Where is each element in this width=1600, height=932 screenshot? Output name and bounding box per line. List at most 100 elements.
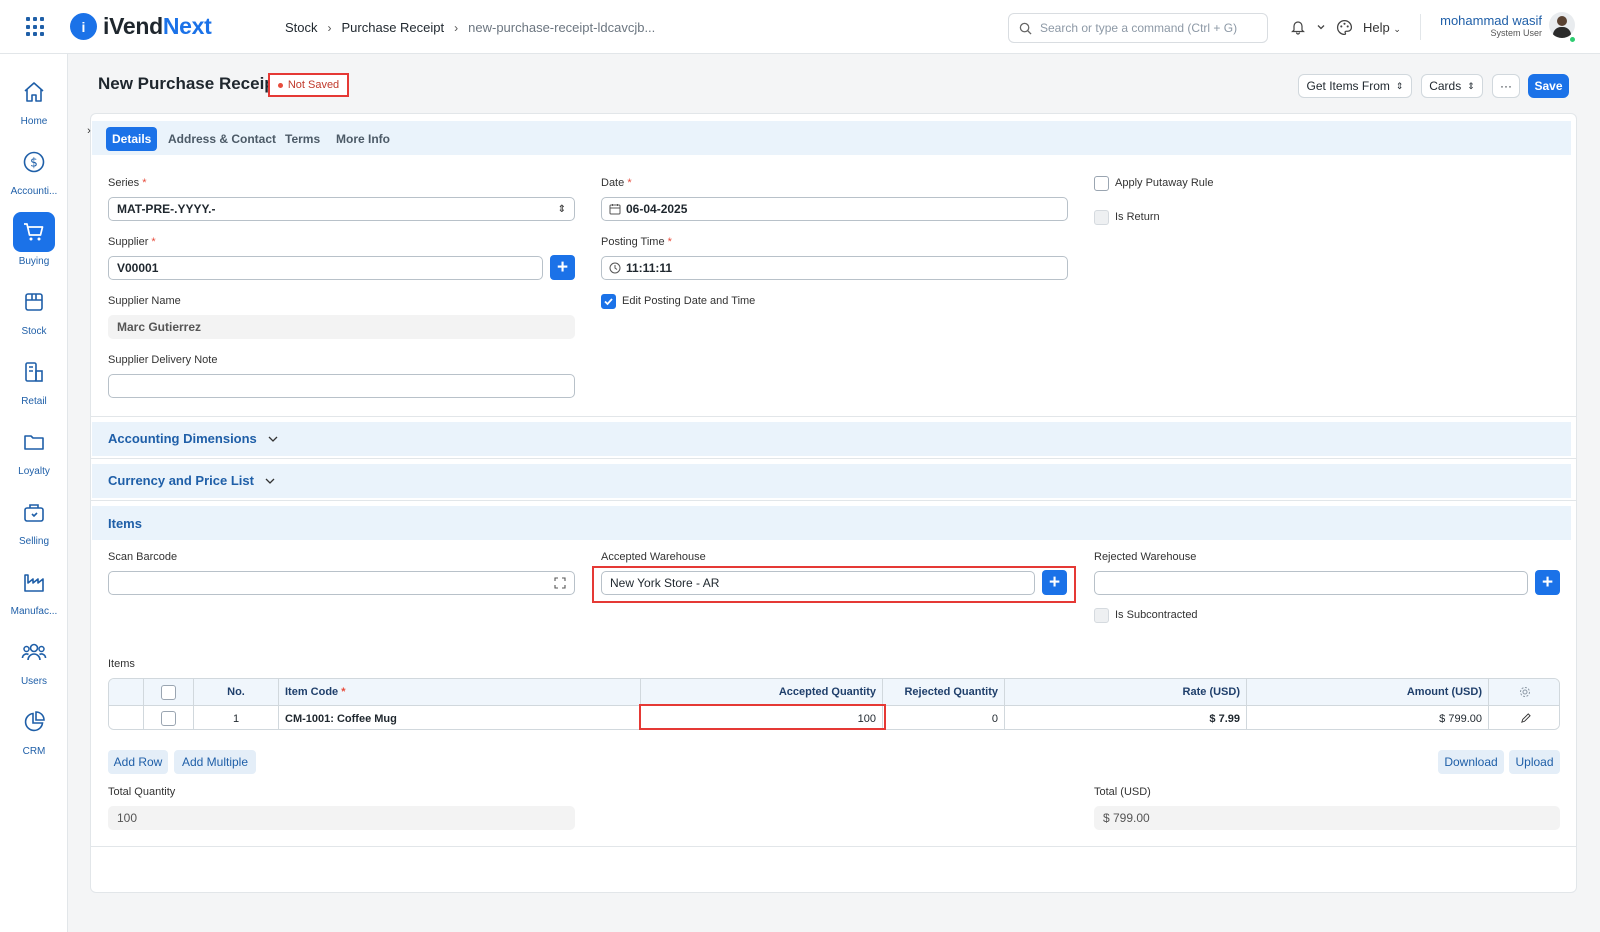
edit-posting-checkbox[interactable]	[601, 294, 616, 309]
scan-icon[interactable]	[554, 577, 566, 589]
items-section-title: Items	[108, 516, 142, 531]
col-amount: Amount (USD)	[1247, 679, 1489, 705]
supplier-name-field: Marc Gutierrez	[108, 315, 575, 339]
sidebar-item-loyalty[interactable]: Loyalty	[0, 422, 68, 484]
tab-terms[interactable]: Terms	[279, 127, 326, 151]
currency-price-list-section[interactable]	[92, 464, 1571, 498]
accounting-dimensions-title[interactable]: Accounting Dimensions	[108, 431, 279, 446]
row-edit-cell	[1489, 706, 1559, 729]
row-rejected-quantity[interactable]: 0	[883, 706, 1005, 729]
top-navbar: i iVendNext Stock › Purchase Receipt › n…	[0, 0, 1600, 54]
breadcrumb-purchase-receipt[interactable]: Purchase Receipt	[342, 20, 445, 35]
chevron-down-icon	[268, 436, 278, 442]
upload-button[interactable]: Upload	[1509, 750, 1560, 774]
total-quantity-field: 100	[108, 806, 575, 830]
supplier-field[interactable]: V00001	[108, 256, 543, 280]
rejected-warehouse-label: Rejected Warehouse	[1094, 551, 1197, 563]
sidebar-item-buying[interactable]: Buying	[0, 212, 68, 274]
accepted-warehouse-label: Accepted Warehouse	[601, 551, 706, 563]
more-options-button[interactable]: ···	[1492, 74, 1520, 98]
sidebar-item-crm[interactable]: CRM	[0, 702, 68, 764]
bag-icon	[24, 504, 44, 522]
apply-putaway-checkbox[interactable]	[1094, 176, 1109, 191]
sidebar: Home $ Accounti... Buying Stock Retail L…	[0, 54, 68, 932]
row-checkbox[interactable]	[161, 711, 176, 726]
gear-icon[interactable]	[1519, 686, 1531, 698]
store-icon	[25, 362, 43, 382]
add-rejected-warehouse-button[interactable]: +	[1535, 570, 1560, 595]
sidebar-item-label: Manufac...	[10, 606, 58, 617]
cards-button[interactable]: Cards ⇕	[1421, 74, 1483, 98]
folder-icon	[24, 435, 44, 450]
sidebar-item-stock[interactable]: Stock	[0, 282, 68, 344]
save-button[interactable]: Save	[1528, 74, 1569, 98]
divider	[1420, 14, 1421, 40]
series-select[interactable]: MAT-PRE-.YYYY.- ⇕	[108, 197, 575, 221]
scan-barcode-label: Scan Barcode	[108, 551, 178, 563]
posting-time-field[interactable]: 11:11:11	[601, 256, 1068, 280]
sidebar-item-home[interactable]: Home	[0, 72, 68, 134]
apps-grid-icon[interactable]	[26, 17, 46, 37]
divider	[90, 846, 1577, 847]
rejected-warehouse-field[interactable]	[1094, 571, 1528, 595]
breadcrumb-stock[interactable]: Stock	[285, 20, 318, 35]
tab-more-info[interactable]: More Info	[330, 127, 396, 151]
avatar[interactable]	[1549, 12, 1575, 38]
highlight-accepted-warehouse	[592, 566, 1076, 603]
total-quantity-label: Total Quantity	[108, 786, 176, 798]
sidebar-item-label: CRM	[22, 746, 46, 757]
get-items-from-button[interactable]: Get Items From ⇕	[1298, 74, 1412, 98]
factory-icon	[24, 574, 44, 592]
row-amount: $ 799.00	[1247, 706, 1489, 729]
items-table-label: Items	[108, 658, 135, 670]
add-supplier-button[interactable]: +	[550, 255, 575, 280]
help-menu[interactable]: Help ⌄	[1363, 20, 1401, 35]
sidebar-item-label: Loyalty	[18, 466, 50, 477]
posting-time-label: Posting Time *	[601, 236, 672, 248]
tab-address-contact[interactable]: Address & Contact	[162, 127, 282, 151]
date-field[interactable]: 06-04-2025	[601, 197, 1068, 221]
is-subcontracted-checkbox[interactable]	[1094, 608, 1109, 623]
bell-icon[interactable]	[1290, 19, 1306, 35]
logo-text: iVendNext	[103, 13, 212, 39]
sidebar-item-users[interactable]: Users	[0, 632, 68, 694]
sidebar-item-selling[interactable]: Selling	[0, 492, 68, 554]
is-return-checkbox[interactable]	[1094, 210, 1109, 225]
form-card	[90, 113, 1577, 893]
dollar-icon: $	[23, 151, 45, 173]
currency-price-list-title[interactable]: Currency and Price List	[108, 473, 276, 488]
breadcrumb: Stock › Purchase Receipt › new-purchase-…	[285, 20, 655, 35]
is-return-label: Is Return	[1115, 211, 1160, 223]
select-all-checkbox[interactable]	[161, 684, 176, 700]
row-rate[interactable]: $ 7.99	[1005, 706, 1247, 729]
search-bar[interactable]	[1008, 13, 1268, 43]
chevron-right-icon[interactable]: ›	[82, 121, 96, 141]
calendar-icon	[609, 204, 621, 215]
supplier-delivery-note-field[interactable]	[108, 374, 575, 398]
user-role: System User	[1490, 28, 1542, 38]
status-badge: Not Saved	[268, 73, 349, 97]
sidebar-item-retail[interactable]: Retail	[0, 352, 68, 414]
palette-icon[interactable]	[1336, 19, 1353, 36]
sidebar-item-label: Selling	[18, 536, 50, 547]
pencil-icon[interactable]	[1520, 713, 1531, 724]
col-rate: Rate (USD)	[1005, 679, 1247, 705]
accounting-dimensions-section[interactable]	[92, 422, 1571, 456]
app-logo[interactable]: i iVendNext	[70, 13, 212, 40]
download-button[interactable]: Download	[1438, 750, 1504, 774]
row-item-code[interactable]: CM-1001: Coffee Mug	[279, 706, 641, 729]
sidebar-item-manufacturing[interactable]: Manufac...	[0, 562, 68, 624]
sidebar-item-accounting[interactable]: $ Accounti...	[0, 142, 68, 204]
search-input[interactable]	[1040, 21, 1260, 35]
items-section	[92, 506, 1571, 540]
chevron-down-icon[interactable]	[1316, 22, 1326, 32]
svg-text:$: $	[30, 156, 38, 170]
user-menu[interactable]: mohammad wasif System User	[1432, 13, 1542, 38]
add-row-button[interactable]: Add Row	[108, 750, 168, 774]
col-item-code: Item Code *	[279, 679, 641, 705]
sidebar-item-label: Buying	[18, 256, 50, 267]
tab-details[interactable]: Details	[106, 127, 158, 151]
scan-barcode-field[interactable]	[108, 571, 575, 595]
add-multiple-button[interactable]: Add Multiple	[174, 750, 256, 774]
series-label: Series *	[108, 177, 147, 189]
